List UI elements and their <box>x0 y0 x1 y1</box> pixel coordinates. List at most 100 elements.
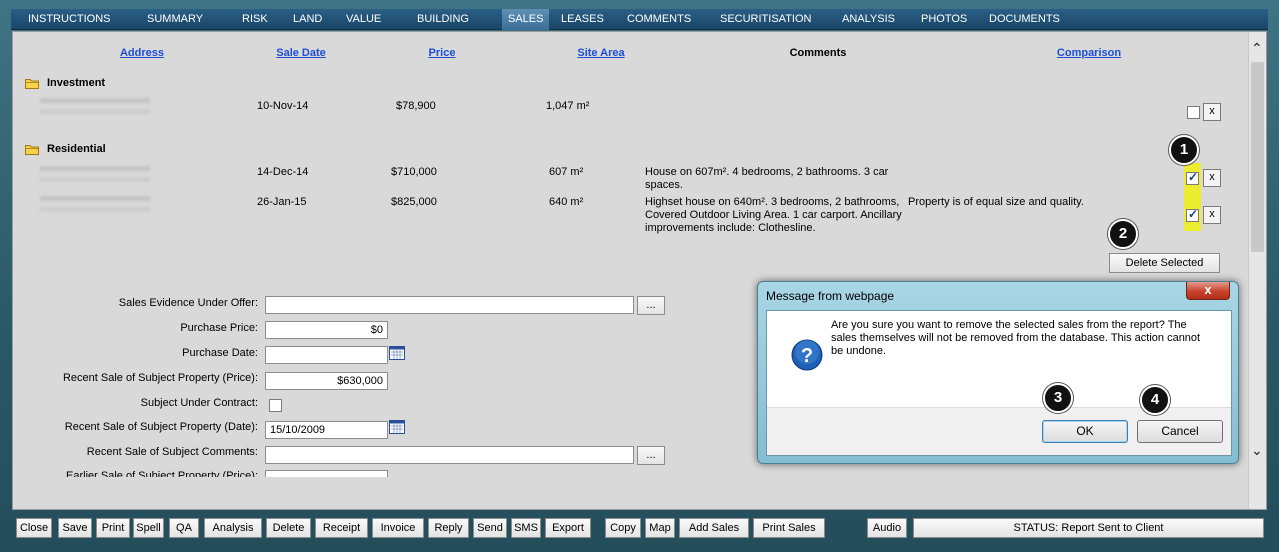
remove-sale-button[interactable]: x <box>1203 103 1221 121</box>
sales-evidence-lookup-button[interactable]: ... <box>637 296 665 315</box>
delete-button[interactable]: Delete <box>266 518 311 538</box>
spell-button[interactable]: Spell <box>133 518 164 538</box>
export-button[interactable]: Export <box>545 518 591 538</box>
dialog-title: Message from webpage <box>766 289 895 303</box>
group-investment: Investment <box>47 77 106 89</box>
purchase-price-field[interactable]: $0 <box>265 321 388 339</box>
map-button[interactable]: Map <box>645 518 675 538</box>
step-badge-3: 3 <box>1043 383 1073 413</box>
tab-documents[interactable]: DOCUMENTS <box>989 9 1060 30</box>
sale-date: 14-Dec-14 <box>257 166 309 178</box>
recent-sale-price-field[interactable]: $630,000 <box>265 372 388 390</box>
recent-sale-comments-lookup-button[interactable]: ... <box>637 446 665 465</box>
remove-sale-button[interactable]: x <box>1203 169 1221 187</box>
print-sales-button[interactable]: Print Sales <box>753 518 825 538</box>
earlier-sale-field[interactable] <box>265 470 388 477</box>
header-comments: Comments <box>789 47 847 59</box>
address-redacted <box>40 95 150 117</box>
dialog-footer: OK Cancel <box>767 407 1231 455</box>
delete-selected-button[interactable]: Delete Selected <box>1109 253 1220 273</box>
svg-text:?: ? <box>801 345 813 367</box>
tab-land[interactable]: LAND <box>293 9 322 30</box>
tab-summary[interactable]: SUMMARY <box>147 9 203 30</box>
address-redacted <box>40 193 150 215</box>
recent-sale-date-field[interactable]: 15/10/2009 <box>265 421 388 439</box>
ok-button[interactable]: OK <box>1042 420 1128 443</box>
reply-button[interactable]: Reply <box>428 518 469 538</box>
site-area: 640 m² <box>549 196 584 208</box>
tab-comments[interactable]: COMMENTS <box>627 9 691 30</box>
sale-price: $825,000 <box>391 196 437 208</box>
purchase-price-label: Purchase Price: <box>180 322 258 334</box>
copy-button[interactable]: Copy <box>605 518 641 538</box>
folder-icon <box>25 145 39 155</box>
sale-price: $710,000 <box>391 166 437 178</box>
app-window: INSTRUCTIONS SUMMARY RISK LAND VALUE BUI… <box>0 0 1279 552</box>
sale-select-checkbox[interactable] <box>1187 106 1200 119</box>
tab-photos[interactable]: PHOTOS <box>921 9 967 30</box>
sale-date: 10-Nov-14 <box>257 100 309 112</box>
tab-value[interactable]: VALUE <box>346 9 381 30</box>
qa-button[interactable]: QA <box>169 518 199 538</box>
audio-button[interactable]: Audio <box>867 518 907 538</box>
recent-sale-comments-field[interactable] <box>265 446 634 464</box>
dialog-message: Are you sure you want to remove the sele… <box>831 319 1201 357</box>
earlier-sale-label: Earlier Sale of Subject Property (Price)… <box>66 470 258 477</box>
header-price[interactable]: Price <box>429 47 456 59</box>
vertical-scrollbar[interactable]: ⌃ ⌄ <box>1248 32 1266 509</box>
tab-leases[interactable]: LEASES <box>561 9 604 30</box>
print-button[interactable]: Print <box>96 518 130 538</box>
remove-sale-button[interactable]: x <box>1203 206 1221 224</box>
header-site-area[interactable]: Site Area <box>577 47 624 59</box>
scroll-up-icon[interactable]: ⌃ <box>1251 40 1263 57</box>
scroll-down-icon[interactable]: ⌄ <box>1251 442 1263 459</box>
confirm-dialog: Message from webpage x ? Are you sure yo… <box>757 281 1239 464</box>
send-button[interactable]: Send <box>473 518 507 538</box>
purchase-date-field[interactable] <box>265 346 388 364</box>
main-nav: INSTRUCTIONS SUMMARY RISK LAND VALUE BUI… <box>11 9 1268 30</box>
under-contract-label: Subject Under Contract: <box>140 397 258 409</box>
header-comparison[interactable]: Comparison <box>1057 47 1121 59</box>
tab-sales[interactable]: SALES <box>502 9 550 30</box>
under-contract-checkbox[interactable] <box>269 399 282 412</box>
cancel-button[interactable]: Cancel <box>1137 420 1223 443</box>
sale-date: 26-Jan-15 <box>257 196 307 208</box>
dialog-body: ? Are you sure you want to remove the se… <box>766 310 1232 456</box>
sale-select-checkbox[interactable] <box>1186 170 1199 185</box>
analysis-button[interactable]: Analysis <box>204 518 262 538</box>
tab-risk[interactable]: RISK <box>242 9 268 30</box>
group-residential: Residential <box>47 143 106 155</box>
tab-building[interactable]: BUILDING <box>417 9 469 30</box>
folder-icon <box>25 79 39 89</box>
recent-sale-price-label: Recent Sale of Subject Property (Price): <box>62 372 258 384</box>
sales-evidence-label: Sales Evidence Under Offer: <box>118 297 258 309</box>
add-sales-button[interactable]: Add Sales <box>679 518 749 538</box>
site-area: 607 m² <box>549 166 584 178</box>
sale-comment: House on 607m². 4 bedrooms, 2 bathrooms.… <box>645 166 889 191</box>
tab-instructions[interactable]: INSTRUCTIONS <box>28 9 111 30</box>
tab-analysis[interactable]: ANALYSIS <box>842 9 895 30</box>
calendar-icon[interactable] <box>389 345 405 360</box>
sales-evidence-field[interactable] <box>265 296 634 314</box>
recent-sale-date-label: Recent Sale of Subject Property (Date): <box>64 421 258 433</box>
header-address[interactable]: Address <box>120 47 164 59</box>
calendar-icon[interactable] <box>389 419 405 434</box>
scrollbar-thumb[interactable] <box>1251 62 1264 252</box>
site-area: 1,047 m² <box>546 100 590 112</box>
step-badge-4: 4 <box>1140 385 1170 415</box>
sale-price: $78,900 <box>396 100 436 112</box>
header-sale-date[interactable]: Sale Date <box>276 47 326 59</box>
save-button[interactable]: Save <box>58 518 92 538</box>
sms-button[interactable]: SMS <box>511 518 541 538</box>
sale-comment: Highset house on 640m². 3 bedrooms, 2 ba… <box>645 196 902 234</box>
purchase-date-label: Purchase Date: <box>182 347 258 359</box>
sale-select-checkbox[interactable] <box>1186 207 1199 222</box>
invoice-button[interactable]: Invoice <box>372 518 424 538</box>
step-badge-1: 1 <box>1169 135 1199 165</box>
sale-comparison: Property is of equal size and quality. <box>908 196 1084 208</box>
address-redacted <box>40 163 150 185</box>
receipt-button[interactable]: Receipt <box>315 518 368 538</box>
dialog-close-button[interactable]: x <box>1186 282 1230 300</box>
close-button[interactable]: Close <box>16 518 52 538</box>
tab-securitisation[interactable]: SECURITISATION <box>720 9 811 30</box>
